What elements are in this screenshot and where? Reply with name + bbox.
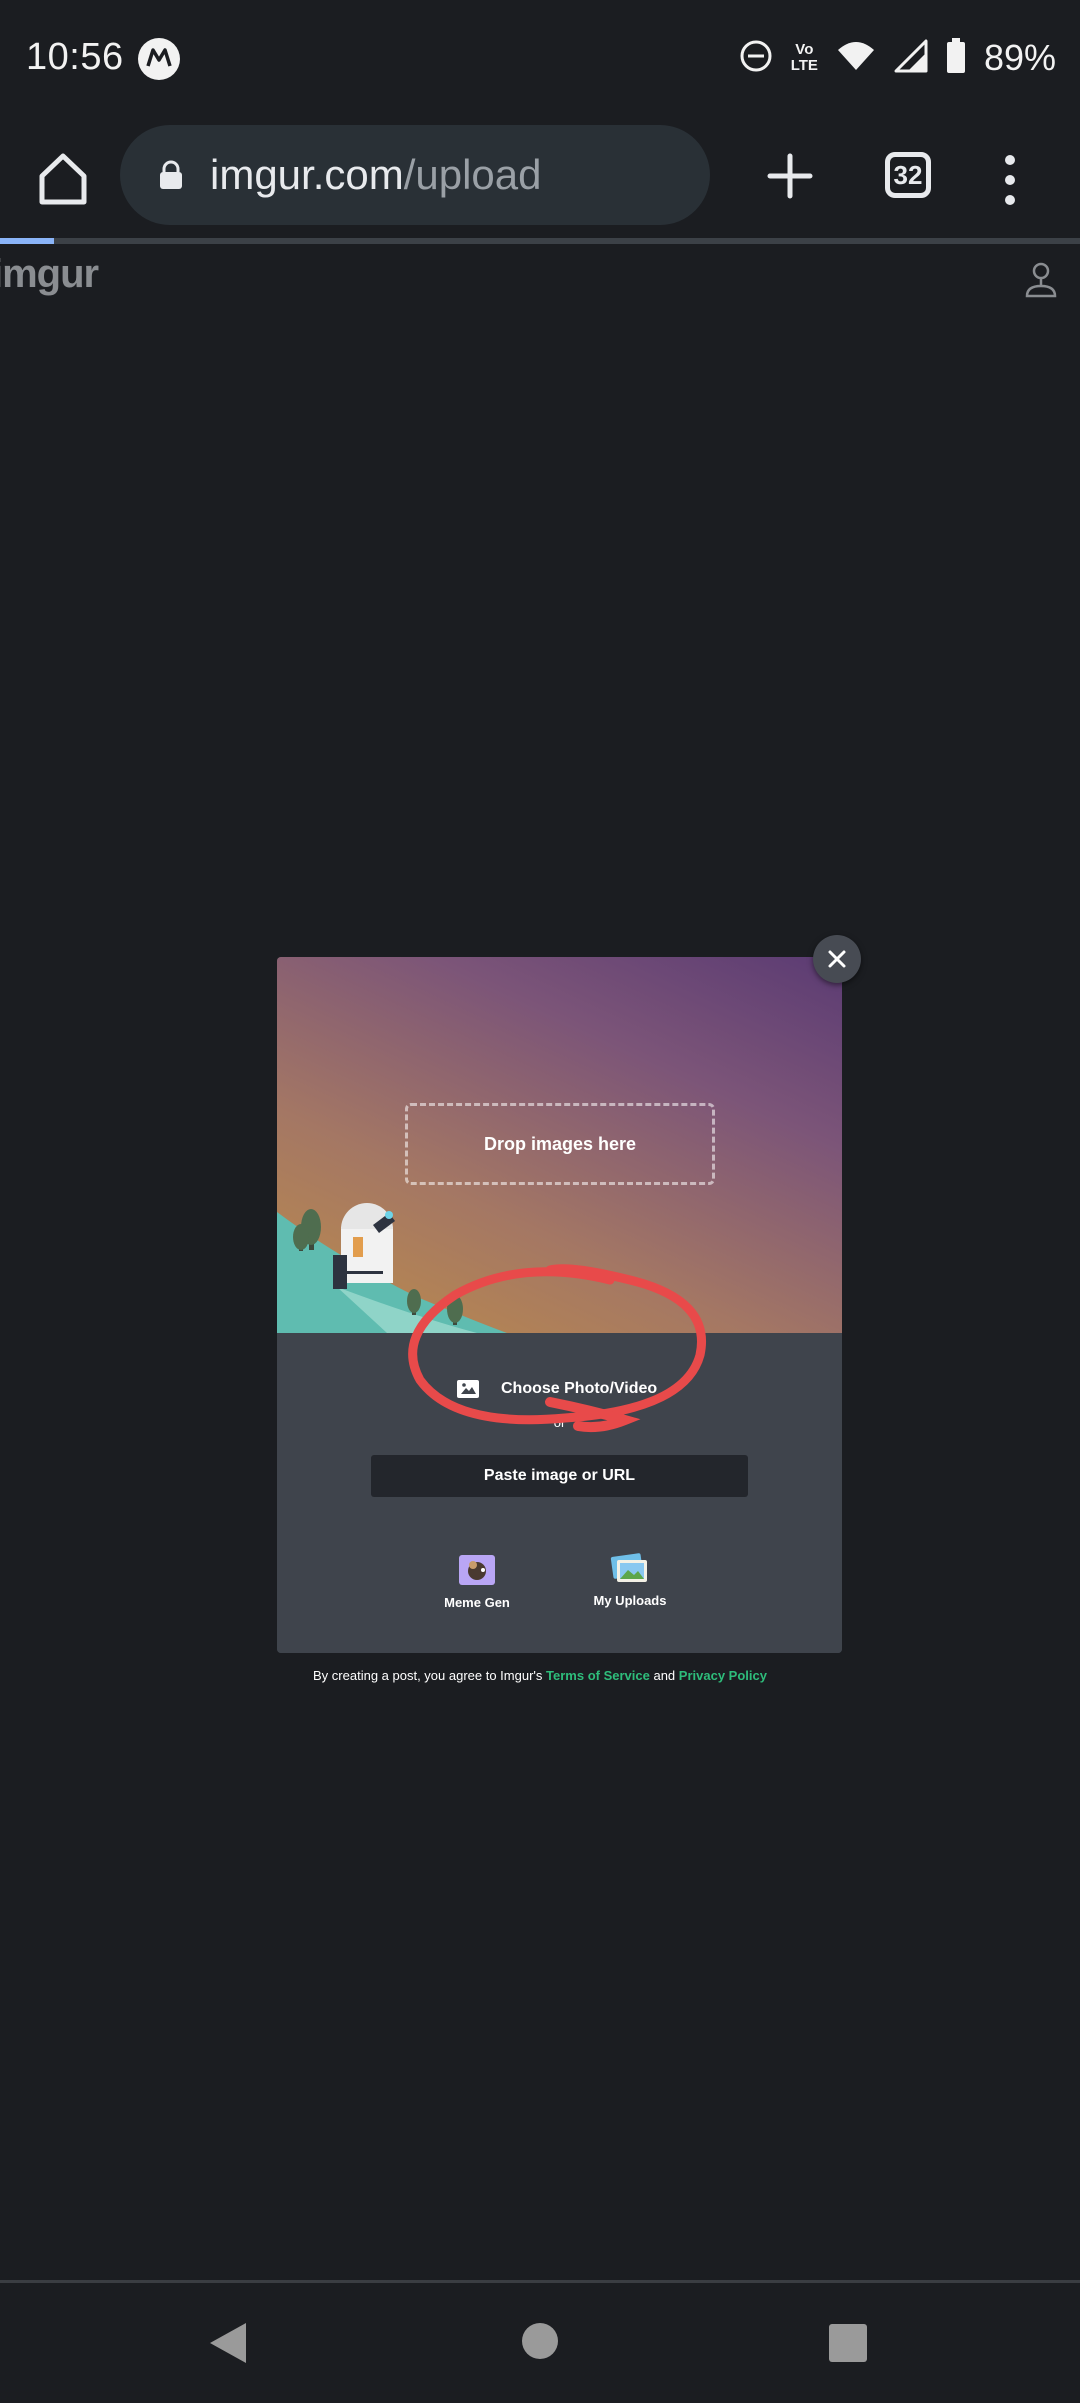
more-menu-icon[interactable] bbox=[1000, 150, 1020, 210]
terms-prefix: By creating a post, you agree to Imgur's bbox=[313, 1668, 543, 1683]
imgur-logo[interactable]: imgur bbox=[0, 252, 99, 297]
account-icon[interactable] bbox=[1024, 260, 1058, 300]
url-text[interactable]: imgur.com/upload bbox=[210, 151, 542, 199]
url-path: /upload bbox=[403, 151, 542, 198]
new-tab-icon[interactable] bbox=[762, 148, 818, 204]
url-host: imgur.com bbox=[210, 151, 404, 198]
url-bar[interactable]: imgur.com/upload bbox=[120, 125, 710, 225]
choose-photo-video-button[interactable]: Choose Photo/Video bbox=[457, 1373, 657, 1405]
my-uploads-icon bbox=[610, 1551, 650, 1585]
cell-signal-icon bbox=[894, 39, 928, 78]
close-icon[interactable] bbox=[827, 949, 847, 969]
tab-count: 32 bbox=[893, 160, 923, 190]
terms-and: and bbox=[653, 1668, 676, 1683]
or-separator: or bbox=[553, 1415, 566, 1430]
site-header: imgur bbox=[0, 244, 1080, 314]
motorola-logo-icon bbox=[138, 38, 180, 80]
lock-icon[interactable] bbox=[156, 160, 186, 190]
status-time: 10:56 bbox=[26, 36, 124, 78]
upload-actions: Choose Photo/Video or Paste image or URL… bbox=[277, 1333, 842, 1653]
volte-top-label: Vo bbox=[795, 41, 814, 58]
home-icon[interactable] bbox=[34, 150, 92, 208]
volte-bottom-label: LTE bbox=[790, 57, 818, 74]
system-nav-bar bbox=[0, 2280, 1080, 2403]
photo-icon bbox=[457, 1380, 479, 1398]
terms-notice: By creating a post, you agree to Imgur's… bbox=[0, 1668, 1080, 1683]
terms-of-service-link[interactable]: Terms of Service bbox=[546, 1668, 650, 1683]
tab-switcher-icon[interactable]: 32 bbox=[885, 152, 931, 198]
upload-hero: Drop images here bbox=[277, 957, 842, 1333]
upload-modal: Drop images here Choose Photo/Video or P… bbox=[277, 957, 842, 1653]
paste-image-url-button[interactable]: Paste image or URL bbox=[371, 1455, 748, 1497]
close-modal-button[interactable] bbox=[813, 935, 861, 983]
volte-icon: Vo LTE bbox=[791, 42, 818, 74]
meme-gen-button[interactable]: Meme Gen bbox=[417, 1553, 537, 1610]
wifi-icon bbox=[836, 40, 876, 77]
home-circle-icon[interactable] bbox=[522, 2323, 558, 2359]
battery-icon bbox=[946, 37, 966, 79]
battery-percent: 89% bbox=[983, 37, 1056, 78]
my-uploads-label: My Uploads bbox=[593, 1593, 667, 1608]
recents-icon[interactable] bbox=[829, 2324, 867, 2362]
my-uploads-button[interactable]: My Uploads bbox=[570, 1551, 690, 1608]
observatory-illustration bbox=[277, 1203, 507, 1333]
meme-gen-label: Meme Gen bbox=[444, 1595, 510, 1610]
do-not-disturb-icon bbox=[739, 39, 773, 78]
choose-button-label: Choose Photo/Video bbox=[501, 1380, 658, 1397]
privacy-policy-link[interactable]: Privacy Policy bbox=[679, 1668, 767, 1683]
browser-toolbar: imgur.com/upload 32 bbox=[0, 120, 1080, 238]
status-icons: Vo LTE 89% bbox=[739, 34, 1056, 82]
back-icon[interactable] bbox=[208, 2321, 248, 2365]
meme-gen-icon bbox=[457, 1553, 497, 1587]
status-bar: 10:56 Vo LTE 89% bbox=[0, 0, 1080, 120]
